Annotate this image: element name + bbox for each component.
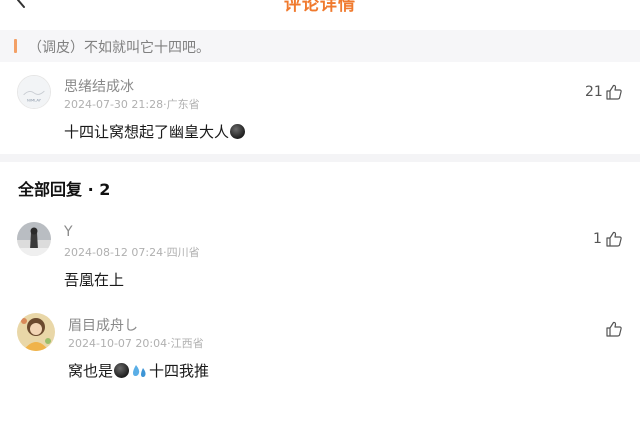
like-count: 21 bbox=[585, 84, 603, 100]
comment-text: 十四让窝想起了幽皇大人 bbox=[64, 123, 230, 141]
comment-username[interactable]: 思绪结成冰 bbox=[64, 76, 134, 96]
reply-text-prefix: 窝也是 bbox=[68, 362, 114, 380]
reply-content[interactable]: 吾凰在上 bbox=[64, 269, 124, 290]
sweat-drops-emoji-icon bbox=[131, 363, 148, 379]
reply-meta: 2024-10-07 20:04·江西省 bbox=[68, 337, 204, 350]
thumbs-up-icon[interactable] bbox=[605, 230, 623, 248]
quoted-comment-text: （调皮）不如就叫它十四吧。 bbox=[28, 40, 210, 56]
comment-meta: 2024-07-30 21:28·广东省 bbox=[64, 98, 200, 111]
replies-section-title: 全部回复 · 2 bbox=[18, 180, 111, 199]
quote-accent-line bbox=[14, 39, 17, 53]
dark-face-emoji-icon bbox=[114, 363, 130, 378]
thumbs-up-icon[interactable] bbox=[605, 83, 623, 101]
comment-content[interactable]: 十四让窝想起了幽皇大人 bbox=[64, 121, 246, 142]
dark-face-emoji-icon bbox=[230, 124, 246, 139]
reply-username[interactable]: 眉目成舟し bbox=[68, 315, 138, 335]
avatar[interactable] bbox=[17, 313, 55, 351]
avatar[interactable]: NIMLAY bbox=[17, 75, 51, 109]
reply-username[interactable]: Y bbox=[64, 224, 73, 240]
top-bar: 评论详情 bbox=[0, 0, 640, 28]
thumbs-up-icon[interactable] bbox=[605, 320, 623, 338]
reply-text-suffix: 十四我推 bbox=[149, 362, 210, 380]
quoted-comment-bar[interactable]: （调皮）不如就叫它十四吧。 bbox=[0, 30, 640, 62]
reply-content[interactable]: 窝也是 十四我推 bbox=[68, 360, 209, 381]
section-divider bbox=[0, 154, 640, 162]
like-count: 1 bbox=[593, 231, 602, 247]
page-title: 评论详情 bbox=[284, 0, 356, 15]
reply-meta: 2024-08-12 07:24·四川省 bbox=[64, 246, 200, 259]
avatar[interactable] bbox=[17, 222, 51, 256]
avatar-logo-text: NIMLAY bbox=[27, 98, 42, 102]
